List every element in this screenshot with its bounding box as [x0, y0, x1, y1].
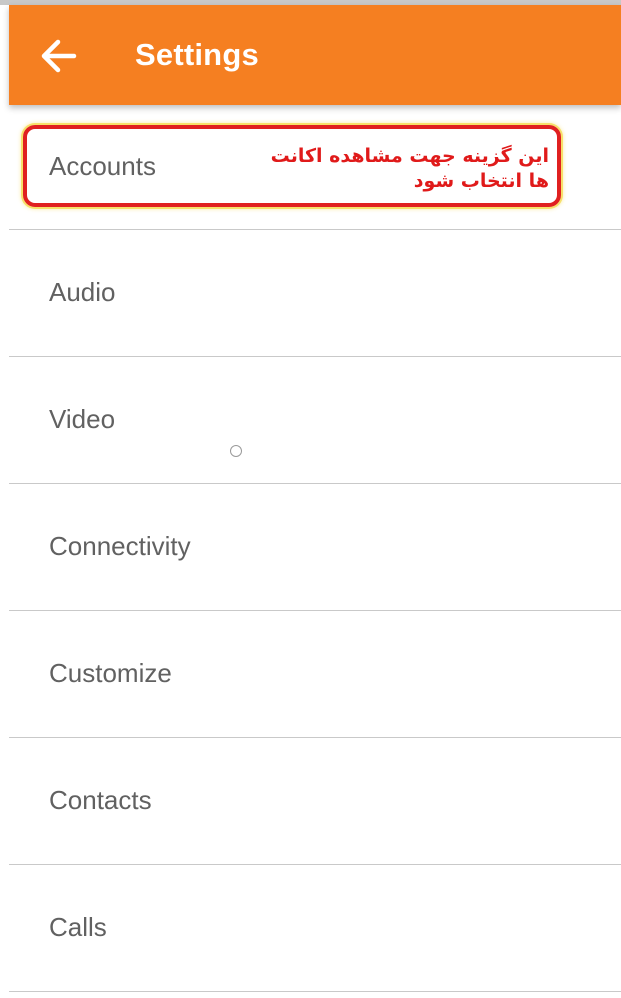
annotation-line: ها انتخاب شود: [413, 170, 549, 192]
arrow-left-icon: [41, 39, 77, 73]
settings-item-video[interactable]: Video: [9, 357, 621, 484]
app-bar: Settings: [9, 5, 621, 105]
settings-item-calls[interactable]: Calls: [9, 865, 621, 992]
settings-item-label: Calls: [49, 912, 107, 942]
settings-item-contacts[interactable]: Contacts: [9, 738, 621, 865]
annotation-line: این گزینه جهت مشاهده اکانت: [270, 145, 549, 167]
settings-item-accounts[interactable]: Accounts این گزینه جهت مشاهده اکانت ها ا…: [9, 105, 621, 230]
settings-item-label: Customize: [49, 658, 172, 688]
settings-item-label: Audio: [49, 277, 116, 307]
settings-item-customize[interactable]: Customize: [9, 611, 621, 738]
settings-item-label: Video: [49, 404, 116, 434]
annotation-text: این گزینه جهت مشاهده اکانت ها انتخاب شود: [229, 144, 549, 194]
back-button[interactable]: [31, 31, 85, 81]
settings-item-audio[interactable]: Audio: [9, 230, 621, 457]
settings-list: Accounts این گزینه جهت مشاهده اکانت ها ا…: [9, 105, 621, 992]
settings-item-connectivity[interactable]: Connectivity: [9, 484, 621, 611]
page-title: Settings: [135, 37, 259, 72]
settings-item-label: Connectivity: [49, 531, 191, 561]
settings-item-label: Contacts: [49, 785, 152, 815]
settings-screen: Settings Accounts این گزینه جهت مشاهده ا…: [0, 0, 621, 998]
settings-item-label: Accounts: [49, 151, 156, 181]
